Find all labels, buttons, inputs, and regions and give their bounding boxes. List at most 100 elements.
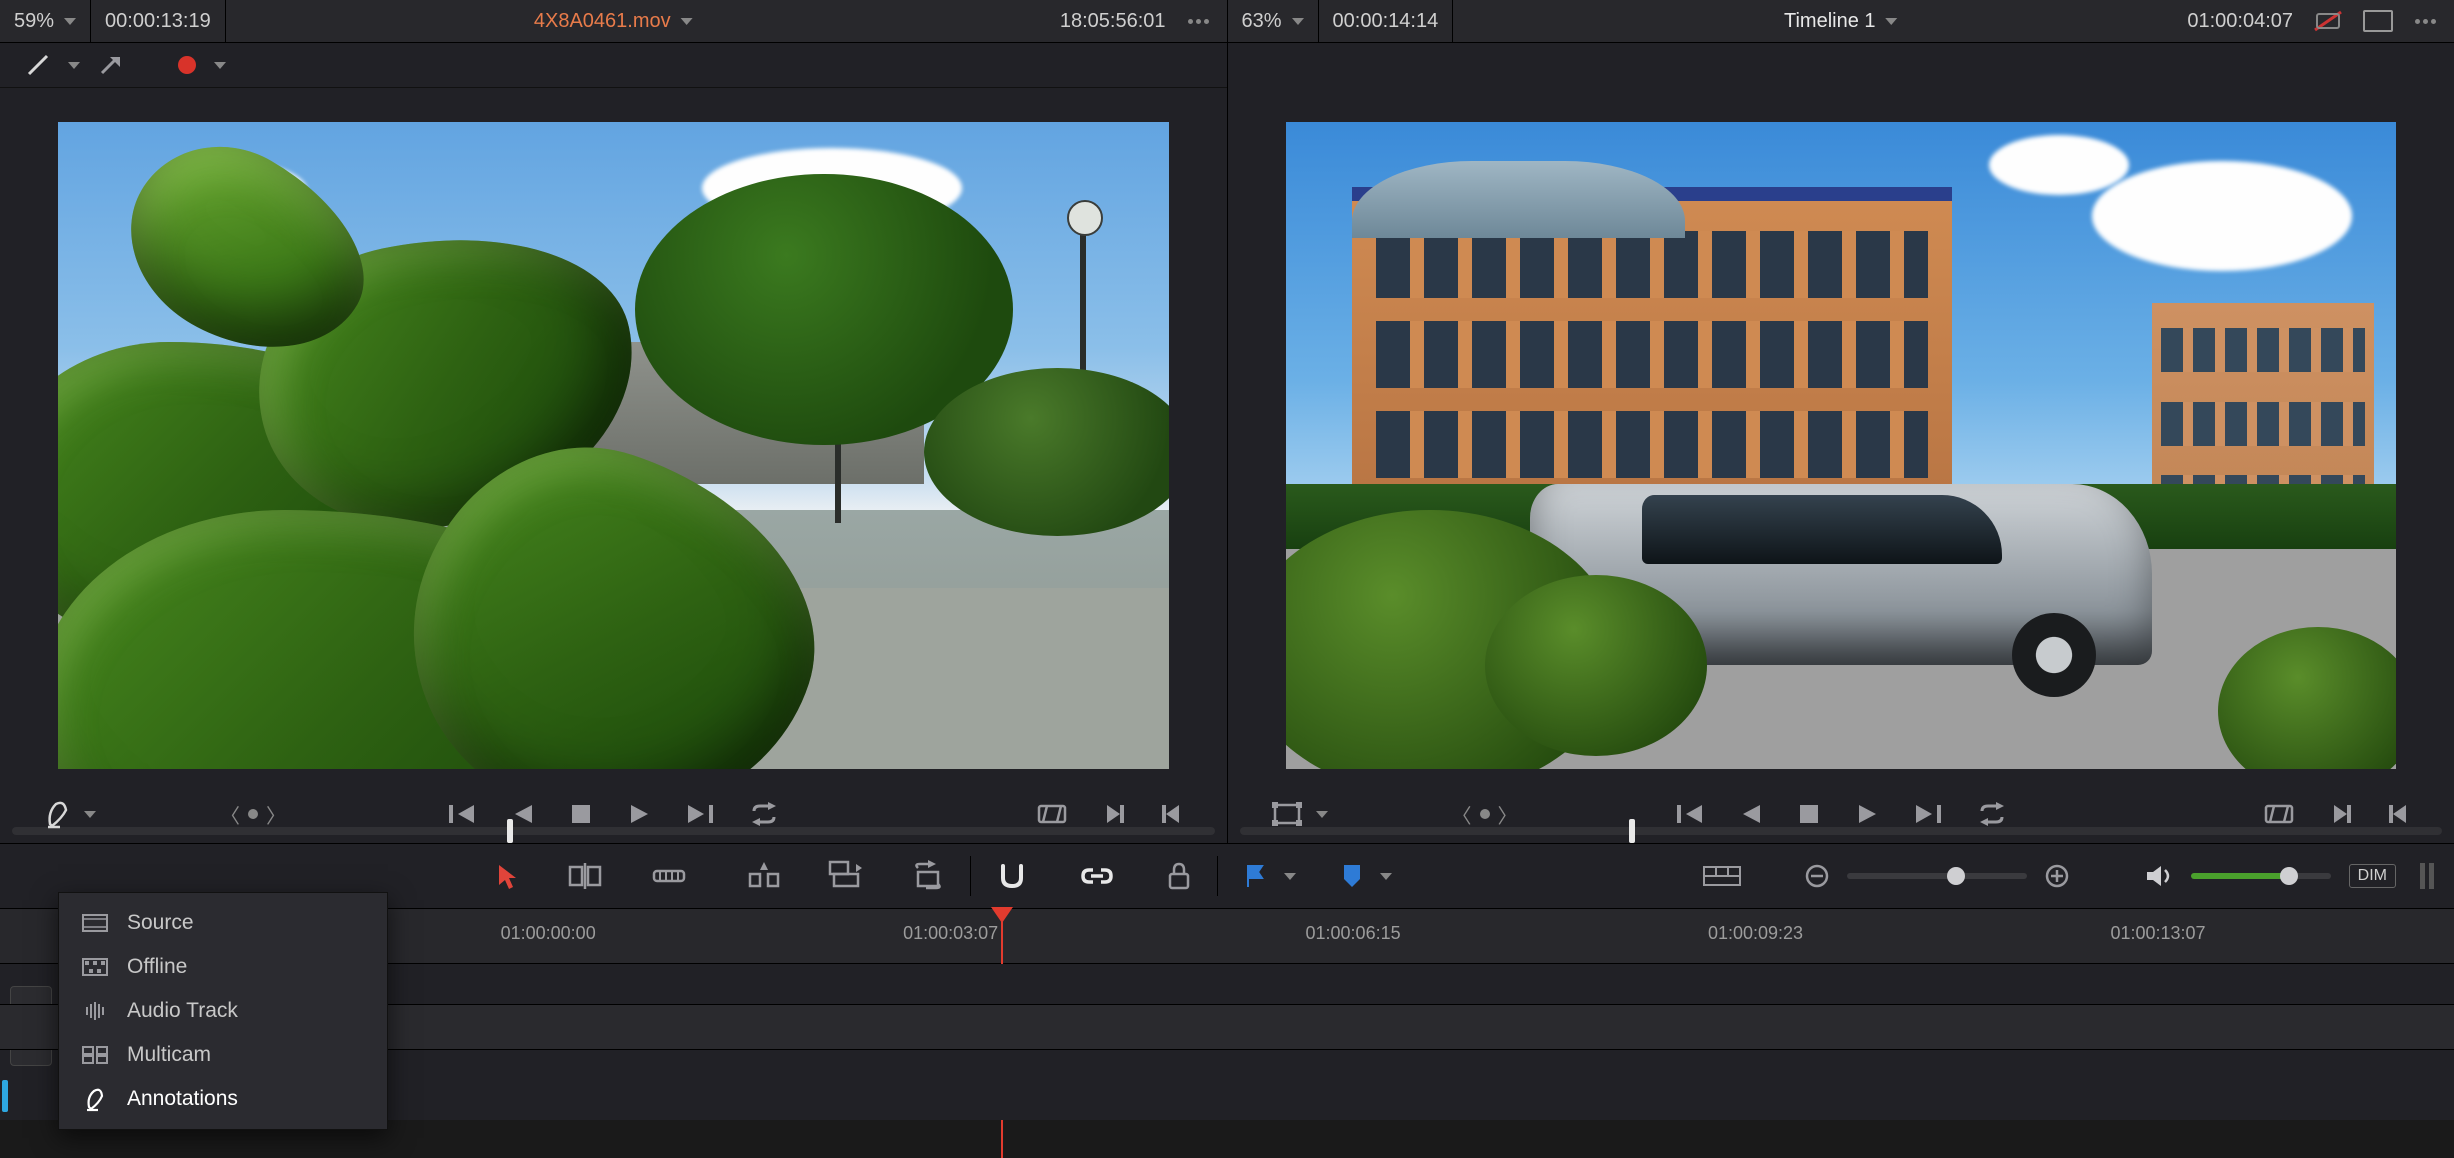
draw-line-tool-icon[interactable] [26, 53, 50, 77]
insert-clip-icon[interactable] [748, 862, 780, 890]
overwrite-clip-icon[interactable] [830, 862, 862, 890]
play-icon[interactable] [628, 803, 650, 825]
source-clip-name-dropdown[interactable]: 4X8A0461.mov [534, 10, 693, 33]
chevron-down-icon[interactable] [1380, 873, 1392, 880]
timeline-zoom-slider[interactable] [1847, 873, 2027, 879]
program-marker-nav[interactable]: 〈〉 [1452, 800, 1518, 829]
dual-viewer-panel: 〈〉 [0, 43, 2454, 843]
audio-track-mode-icon [81, 1002, 109, 1020]
menu-item-label: Audio Track [127, 999, 238, 1023]
viewer-mode-menu: Source Offline Audio Track Multicam Anno… [58, 892, 388, 1130]
ruler-label: 01:00:13:07 [2110, 923, 2205, 944]
audio-meter-icon[interactable] [2420, 861, 2436, 891]
source-duration-text: 00:00:13:19 [105, 10, 211, 33]
chevron-down-icon[interactable] [68, 62, 80, 69]
ruler-label: 01:00:00:00 [501, 923, 596, 944]
program-zoom-value: 63% [1242, 10, 1282, 33]
play-reverse-icon[interactable] [512, 803, 534, 825]
source-header: 59% 00:00:13:19 4X8A0461.mov 18:05:56:01 [0, 0, 1227, 42]
replace-clip-icon[interactable] [912, 862, 944, 890]
menu-item-annotations[interactable]: Annotations [59, 1077, 387, 1121]
menu-item-label: Offline [127, 955, 187, 979]
dim-button[interactable]: DIM [2349, 864, 2396, 888]
ruler-label: 01:00:06:15 [1306, 923, 1401, 944]
source-timecode[interactable]: 18:05:56:01 [1060, 10, 1166, 33]
source-marker-nav[interactable]: 〈〉 [220, 800, 286, 829]
program-transport: 〈〉 [1228, 785, 2454, 843]
timeline-view-options-icon[interactable] [1703, 865, 1741, 887]
annotations-mode-icon[interactable] [44, 800, 70, 828]
mark-in-icon[interactable] [1103, 803, 1125, 825]
program-timecode[interactable]: 01:00:04:07 [2187, 10, 2293, 33]
source-clip-name: 4X8A0461.mov [534, 10, 671, 33]
first-frame-icon[interactable] [448, 803, 476, 825]
stop-icon[interactable] [1798, 803, 1820, 825]
razor-tool-icon[interactable] [652, 865, 686, 887]
program-canvas[interactable] [1228, 88, 2454, 785]
source-frame-image [58, 122, 1169, 769]
menu-item-offline[interactable]: Offline [59, 945, 387, 989]
bypass-grades-icon[interactable] [2307, 10, 2349, 32]
source-options-icon[interactable] [1180, 19, 1217, 24]
last-frame-icon[interactable] [1914, 803, 1942, 825]
volume-slider[interactable] [2191, 873, 2331, 879]
track-selection-indicator [2, 1080, 8, 1112]
link-icon[interactable] [1081, 864, 1113, 888]
annotations-mode-icon [81, 1087, 109, 1111]
lock-icon[interactable] [1167, 862, 1191, 890]
source-duration-readout[interactable]: 00:00:13:19 [91, 0, 226, 42]
loop-icon[interactable] [1978, 803, 2006, 825]
menu-item-label: Source [127, 911, 194, 935]
program-zoom-selector[interactable]: 63% [1228, 0, 1319, 42]
zoom-in-icon[interactable] [2045, 864, 2069, 888]
timeline-name-dropdown[interactable]: Timeline 1 [1784, 10, 1898, 33]
chevron-down-icon[interactable] [1316, 811, 1328, 818]
zoom-out-icon[interactable] [1805, 864, 1829, 888]
mark-in-icon[interactable] [2330, 803, 2352, 825]
program-duration-readout[interactable]: 00:00:14:14 [1319, 0, 1454, 42]
timeline-name: Timeline 1 [1784, 10, 1876, 33]
mark-out-icon[interactable] [2388, 803, 2410, 825]
ruler-label: 01:00:09:23 [1708, 923, 1803, 944]
program-options-icon[interactable] [2407, 19, 2444, 24]
transform-overlay-icon[interactable] [1272, 802, 1302, 826]
viewer-header-bar: 59% 00:00:13:19 4X8A0461.mov 18:05:56:01… [0, 0, 2454, 43]
source-mode-icon [81, 914, 109, 932]
chevron-down-icon[interactable] [84, 811, 96, 818]
chevron-down-icon [64, 18, 76, 25]
program-duration-text: 00:00:14:14 [1333, 10, 1439, 33]
play-icon[interactable] [1856, 803, 1878, 825]
source-zoom-value: 59% [14, 10, 54, 33]
record-color-icon[interactable] [178, 56, 196, 74]
arrow-tool-icon[interactable] [98, 53, 122, 77]
menu-item-audio-track[interactable]: Audio Track [59, 989, 387, 1033]
menu-item-multicam[interactable]: Multicam [59, 1033, 387, 1077]
chevron-down-icon [681, 18, 693, 25]
source-annotation-toolbar [0, 43, 1227, 88]
menu-item-label: Annotations [127, 1087, 238, 1111]
flag-icon[interactable] [1244, 863, 1266, 889]
last-frame-icon[interactable] [686, 803, 714, 825]
stop-icon[interactable] [570, 803, 592, 825]
snap-icon[interactable] [997, 862, 1027, 890]
loop-icon[interactable] [750, 803, 778, 825]
trim-tool-icon[interactable] [568, 863, 602, 889]
single-viewer-icon[interactable] [2363, 10, 2393, 32]
chevron-down-icon[interactable] [214, 62, 226, 69]
selection-tool-icon[interactable] [496, 863, 518, 889]
source-viewer: 〈〉 [0, 43, 1227, 843]
play-reverse-icon[interactable] [1740, 803, 1762, 825]
source-canvas[interactable] [0, 88, 1227, 785]
source-transport: 〈〉 [0, 785, 1227, 843]
match-frame-icon[interactable] [1037, 803, 1067, 825]
marker-icon[interactable] [1342, 863, 1362, 889]
multicam-mode-icon [81, 1046, 109, 1064]
match-frame-icon[interactable] [2264, 803, 2294, 825]
first-frame-icon[interactable] [1676, 803, 1704, 825]
source-zoom-selector[interactable]: 59% [0, 0, 91, 42]
chevron-down-icon [1292, 18, 1304, 25]
menu-item-source[interactable]: Source [59, 901, 387, 945]
speaker-icon[interactable] [2145, 864, 2173, 888]
mark-out-icon[interactable] [1161, 803, 1183, 825]
chevron-down-icon[interactable] [1284, 873, 1296, 880]
